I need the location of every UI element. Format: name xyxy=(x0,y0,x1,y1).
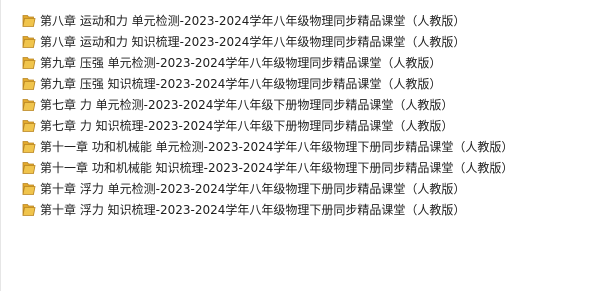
folder-name: 第十章 浮力 知识梳理-2023-2024学年八年级物理下册同步精品课堂（人教版… xyxy=(40,202,466,217)
folder-icon xyxy=(22,204,36,216)
folder-name: 第十章 浮力 单元检测-2023-2024学年八年级物理下册同步精品课堂（人教版… xyxy=(40,181,466,196)
folder-icon xyxy=(22,78,36,90)
folder-name: 第七章 力 单元检测-2023-2024学年八年级下册物理同步精品课堂（人教版） xyxy=(40,97,454,112)
list-item[interactable]: 第七章 力 单元检测-2023-2024学年八年级下册物理同步精品课堂（人教版） xyxy=(22,94,513,115)
list-item[interactable]: 第八章 运动和力 单元检测-2023-2024学年八年级物理同步精品课堂（人教版… xyxy=(22,10,513,31)
folder-name: 第七章 力 知识梳理-2023-2024学年八年级下册物理同步精品课堂（人教版） xyxy=(40,118,454,133)
folder-name: 第十一章 功和机械能 知识梳理-2023-2024学年八年级物理下册同步精品课堂… xyxy=(40,160,514,175)
folder-icon xyxy=(22,183,36,195)
list-item[interactable]: 第十章 浮力 知识梳理-2023-2024学年八年级物理下册同步精品课堂（人教版… xyxy=(22,199,513,220)
folder-icon xyxy=(22,162,36,174)
folder-name: 第九章 压强 单元检测-2023-2024学年八年级物理同步精品课堂（人教版） xyxy=(40,55,442,70)
list-item[interactable]: 第十章 浮力 单元检测-2023-2024学年八年级物理下册同步精品课堂（人教版… xyxy=(22,178,513,199)
list-item[interactable]: 第九章 压强 单元检测-2023-2024学年八年级物理同步精品课堂（人教版） xyxy=(22,52,513,73)
folder-icon xyxy=(22,141,36,153)
folder-name: 第八章 运动和力 单元检测-2023-2024学年八年级物理同步精品课堂（人教版… xyxy=(40,13,466,28)
folder-icon xyxy=(22,15,36,27)
list-item[interactable]: 第七章 力 知识梳理-2023-2024学年八年级下册物理同步精品课堂（人教版） xyxy=(22,115,513,136)
list-item[interactable]: 第八章 运动和力 知识梳理-2023-2024学年八年级物理同步精品课堂（人教版… xyxy=(22,31,513,52)
folder-icon xyxy=(22,99,36,111)
folder-name: 第九章 压强 知识梳理-2023-2024学年八年级物理同步精品课堂（人教版） xyxy=(40,76,442,91)
list-item[interactable]: 第九章 压强 知识梳理-2023-2024学年八年级物理同步精品课堂（人教版） xyxy=(22,73,513,94)
list-item[interactable]: 第十一章 功和机械能 单元检测-2023-2024学年八年级物理下册同步精品课堂… xyxy=(22,136,513,157)
folder-icon xyxy=(22,120,36,132)
file-list-pane: 第八章 运动和力 单元检测-2023-2024学年八年级物理同步精品课堂（人教版… xyxy=(0,0,613,291)
file-list: 第八章 运动和力 单元检测-2023-2024学年八年级物理同步精品课堂（人教版… xyxy=(22,10,513,220)
folder-name: 第十一章 功和机械能 单元检测-2023-2024学年八年级物理下册同步精品课堂… xyxy=(40,139,514,154)
folder-name: 第八章 运动和力 知识梳理-2023-2024学年八年级物理同步精品课堂（人教版… xyxy=(40,34,466,49)
list-item[interactable]: 第十一章 功和机械能 知识梳理-2023-2024学年八年级物理下册同步精品课堂… xyxy=(22,157,513,178)
folder-icon xyxy=(22,36,36,48)
folder-icon xyxy=(22,57,36,69)
